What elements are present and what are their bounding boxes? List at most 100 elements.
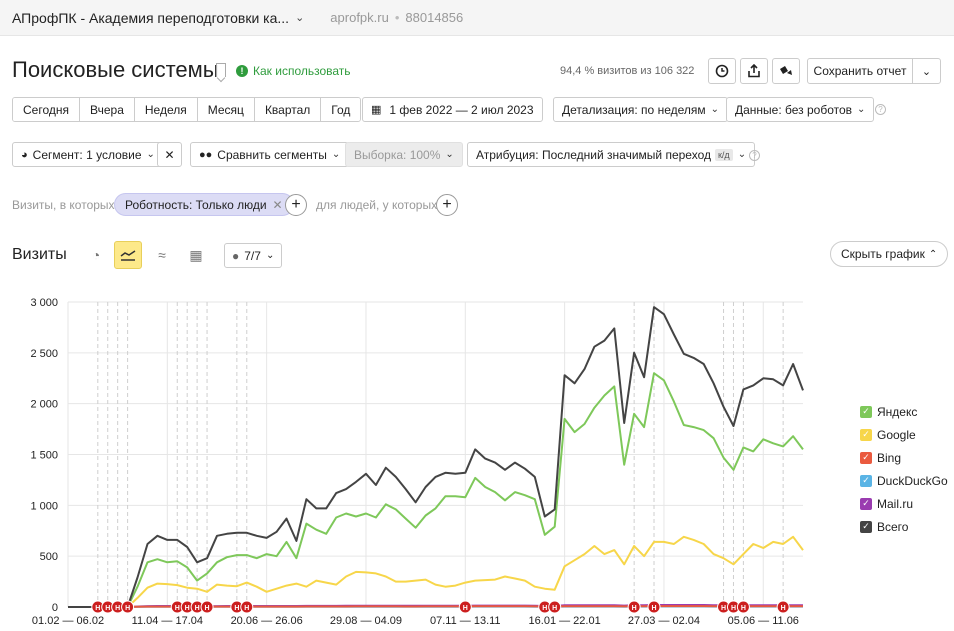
note-marker-label: Н [95, 605, 100, 612]
robotness-filter-chip[interactable]: Робот­ность: Только люди ✕ [114, 193, 294, 216]
legend-label: Google [877, 427, 916, 442]
y-tick-label: 3 000 [30, 297, 58, 309]
help-icon[interactable]: ? [749, 150, 760, 161]
how-to-use-label: Как использовать [253, 64, 351, 78]
note-marker-label: Н [731, 605, 736, 612]
page-title: Поисковые системы [12, 57, 219, 82]
hide-chart-label: Скрыть график [841, 247, 925, 261]
period-yesterday[interactable]: Вчера [80, 98, 135, 121]
y-tick-label: 0 [52, 602, 58, 614]
bookmark-icon[interactable] [216, 63, 226, 77]
checkbox-icon[interactable]: ✓ [860, 451, 872, 464]
bar-chart-icon: ▦ [189, 246, 203, 263]
clear-segment-button[interactable]: ✕ [157, 142, 182, 167]
plus-icon: + [442, 196, 452, 213]
chevron-down-icon: ⌄ [445, 149, 454, 160]
y-tick-label: 2 500 [30, 348, 58, 360]
add-people-filter-button[interactable]: + [436, 194, 458, 216]
period-selector: Сегодня Вчера Неделя Месяц Квартал Год [12, 97, 362, 122]
note-marker-label: Н [542, 605, 547, 612]
x-tick-label: 20.06 — 26.06 [231, 615, 303, 627]
x-tick-label: 05.06 — 11.06 [728, 615, 799, 627]
chart-mode-bar[interactable]: ▦ [182, 241, 210, 269]
pie-icon: ◕ [21, 148, 28, 161]
note-marker-label: Н [175, 605, 180, 612]
checkbox-icon[interactable]: ✓ [860, 428, 872, 441]
sample-dropdown[interactable]: Выборка: 100% ⌄ [345, 142, 463, 167]
data-mode-dropdown[interactable]: Данные: без роботов ⌄ [726, 97, 875, 122]
attribution-dropdown[interactable]: Атрибуция: Последний значимый переход к/… [467, 142, 756, 167]
legend-item-total[interactable]: ✓ Всего [860, 515, 948, 538]
export-button[interactable] [740, 58, 768, 84]
chevron-down-icon: ⌄ [737, 149, 747, 160]
period-quarter[interactable]: Квартал [254, 98, 322, 121]
detail-dropdown[interactable]: Детализация: по неделям ⌄ [553, 97, 729, 122]
y-tick-label: 1 000 [30, 500, 58, 512]
comment-icon: ● [232, 248, 240, 263]
date-range-button[interactable]: ▦ 1 фев 2022 — 2 июл 2023 [362, 97, 543, 122]
note-marker-label: Н [125, 605, 130, 612]
segment-label: Сегмент: 1 условие [32, 147, 142, 162]
help-icon[interactable]: ? [875, 104, 886, 115]
x-tick-label: 01.02 — 06.02 [32, 615, 104, 627]
legend-label: DuckDuckGo [877, 473, 948, 488]
y-tick-label: 2 000 [30, 399, 58, 411]
notes-dropdown[interactable]: ● 7/7 ⌄ [224, 243, 283, 268]
chart-mode-area[interactable]: ≈ [148, 241, 176, 269]
legend-item-mailru[interactable]: ✓ Mail.ru [860, 492, 948, 515]
legend-item-google[interactable]: ✓ Google [860, 423, 948, 446]
area-chart-icon: ≈ [158, 247, 166, 263]
plus-icon: + [291, 196, 301, 213]
checkbox-icon[interactable]: ✓ [860, 497, 872, 510]
period-week[interactable]: Неделя [134, 98, 198, 121]
save-report-dropdown[interactable]: ⌄ [912, 58, 941, 84]
note-marker-label: Н [115, 605, 120, 612]
checkbox-icon[interactable]: ✓ [860, 520, 872, 533]
attribution-label: Атрибуция: Последний значимый переход [476, 147, 711, 162]
note-marker-label: Н [195, 605, 200, 612]
sample-label: Выборка: 100% [354, 147, 441, 162]
chart-mode-line[interactable] [114, 241, 142, 269]
legend-item-duckduckgo[interactable]: ✓ DuckDuckGo [860, 469, 948, 492]
chevron-down-icon[interactable]: ⌄ [295, 11, 304, 24]
note-marker-label: Н [463, 605, 468, 612]
detail-label: Детализация: по неделям [562, 102, 706, 117]
x-tick-label: 07.11 — 13.11 [430, 615, 501, 627]
notes-count: 7/7 [244, 248, 261, 263]
counter-selector[interactable]: АПрофПК - Академия переподготовки ка... [12, 10, 289, 26]
checkbox-icon[interactable]: ✓ [860, 474, 872, 487]
compare-segments-dropdown[interactable]: ●● Сравнить сегменты ⌄ [190, 142, 350, 167]
legend-label: Mail.ru [877, 496, 914, 511]
legend-item-bing[interactable]: ✓ Bing [860, 446, 948, 469]
x-tick-label: 11.04 — 17.04 [132, 615, 203, 627]
note-marker-label: Н [721, 605, 726, 612]
note-marker-label: Н [205, 605, 210, 612]
how-to-use-link[interactable]: ! Как использовать [236, 64, 351, 78]
close-icon: ✕ [164, 147, 175, 162]
clock-icon [715, 64, 729, 78]
legend-item-yandex[interactable]: ✓ Яндекс [860, 400, 948, 423]
calendar-icon: ▦ [371, 104, 382, 116]
save-report-button[interactable]: Сохранить отчет [807, 58, 913, 84]
subscribe-button[interactable] [772, 58, 800, 84]
close-icon[interactable]: ✕ [273, 198, 283, 212]
hide-chart-button[interactable]: Скрыть график ⌃ [830, 241, 949, 267]
period-month[interactable]: Месяц [197, 98, 255, 121]
period-year[interactable]: Год [321, 98, 361, 121]
y-tick-label: 1 500 [30, 450, 58, 462]
history-button[interactable] [708, 58, 736, 84]
note-marker-label: Н [552, 605, 557, 612]
chart-section-title: Визиты [12, 246, 67, 263]
x-tick-label: 27.03 — 02.04 [628, 615, 700, 627]
x-tick-label: 16.01 — 22.01 [529, 615, 601, 627]
envelope-icon [780, 66, 792, 75]
date-range-label: 1 фев 2022 — 2 июл 2023 [389, 102, 534, 117]
add-visit-filter-button[interactable]: + [285, 194, 307, 216]
note-marker-label: Н [741, 605, 746, 612]
checkbox-icon[interactable]: ✓ [860, 405, 872, 418]
top-bar: АПрофПК - Академия переподготовки ка... … [0, 0, 954, 36]
period-today[interactable]: Сегодня [13, 98, 80, 121]
segment-dropdown[interactable]: ◕ Сегмент: 1 условие ⌄ [12, 142, 164, 167]
visits-share: 94,4 % визитов из 106 322 [560, 65, 695, 77]
chart-mode-pie[interactable]: ◔ [82, 241, 110, 269]
